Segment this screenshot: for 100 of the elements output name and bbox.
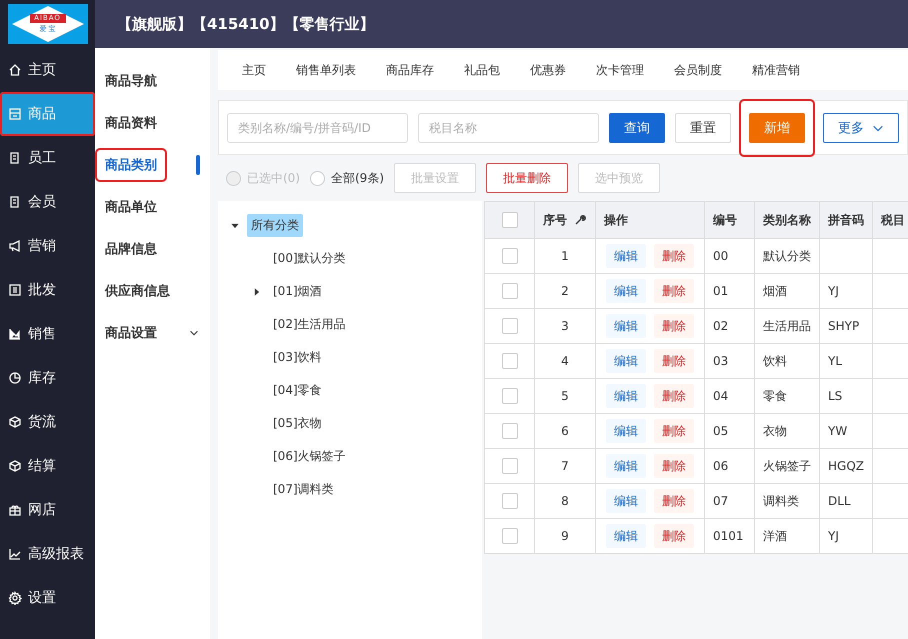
submenu-item[interactable]: 商品导航 [95, 60, 210, 102]
column-header: 类别名称 [754, 202, 820, 238]
nav-item[interactable]: 设置 [0, 576, 95, 620]
checkbox[interactable] [502, 353, 518, 369]
table-cell: 03 [704, 344, 754, 378]
table-cell: 火锅签子 [754, 448, 820, 484]
delete-button[interactable]: 删除 [654, 384, 694, 408]
table-cell: 生活用品 [754, 308, 820, 344]
input-field[interactable]: 税目名称 [418, 112, 599, 142]
nav-item[interactable]: 高级报表 [0, 532, 95, 576]
table-cell: YJ [820, 274, 872, 308]
edit-button[interactable]: 编辑 [606, 384, 646, 408]
tab[interactable]: 礼品包 [454, 50, 520, 90]
checkbox[interactable] [502, 318, 518, 334]
edit-button[interactable]: 编辑 [606, 454, 646, 478]
table-cell: 3 [534, 308, 596, 344]
table-cell: 9 [534, 518, 596, 554]
nav-item[interactable]: 库存 [0, 356, 95, 400]
table-cell: YJ [820, 518, 872, 554]
table-cell: 5 [534, 378, 596, 414]
nav-item[interactable]: 货流 [0, 400, 95, 444]
home-icon [8, 63, 22, 77]
edit-button[interactable]: 编辑 [606, 489, 646, 513]
action-button[interactable]: 查询 [609, 112, 665, 142]
table-cell: 洋酒 [754, 518, 820, 554]
nav-item[interactable]: 结算 [0, 444, 95, 488]
nav-item[interactable]: 会员 [0, 180, 95, 224]
edit-button[interactable]: 编辑 [606, 314, 646, 338]
tab[interactable]: 商品库存 [376, 50, 454, 90]
delete-button[interactable]: 删除 [654, 419, 694, 443]
table-cell: LS [820, 378, 872, 414]
checkbox[interactable] [502, 248, 518, 264]
tab[interactable]: 销售单列表 [286, 50, 376, 90]
area-chart-icon [8, 327, 22, 341]
table-cell: 01 [704, 274, 754, 308]
delete-button[interactable]: 删除 [654, 349, 694, 373]
checkbox[interactable] [502, 423, 518, 439]
delete-button[interactable]: 删除 [654, 244, 694, 268]
table-cell: 8 [534, 484, 596, 518]
delete-button[interactable]: 删除 [654, 454, 694, 478]
tab[interactable]: 次卡管理 [586, 50, 664, 90]
tree-node[interactable]: [06]火锅签子 [269, 445, 350, 468]
checkbox[interactable] [502, 493, 518, 509]
megaphone-icon [8, 239, 22, 253]
tab[interactable]: 主页 [232, 50, 286, 90]
radio-option[interactable]: 全部(9条) [310, 170, 384, 186]
column-header: 税目 [872, 202, 908, 238]
nav-item[interactable]: 批发 [0, 268, 95, 312]
table-cell: 6 [534, 414, 596, 448]
nav-item[interactable]: 营销 [0, 224, 95, 268]
list-icon [8, 283, 22, 297]
submenu-item[interactable]: 商品类别 [95, 144, 210, 186]
edit-button[interactable]: 编辑 [606, 524, 646, 548]
tab[interactable]: 会员制度 [664, 50, 742, 90]
edit-button[interactable]: 编辑 [606, 419, 646, 443]
tree-node[interactable]: [02]生活用品 [269, 313, 350, 336]
header-title: 【旗舰版】【415410】【零售行业】 [95, 0, 908, 48]
edit-button[interactable]: 编辑 [606, 279, 646, 303]
action-button[interactable]: 更多 [823, 112, 899, 142]
tree-node[interactable]: 所有分类 [247, 214, 303, 237]
table-cell: 0101 [704, 518, 754, 554]
line-chart-icon [8, 547, 22, 561]
table-cell: 07 [704, 484, 754, 518]
delete-button[interactable]: 删除 [654, 279, 694, 303]
delete-button[interactable]: 删除 [654, 524, 694, 548]
checkbox[interactable] [502, 212, 518, 228]
checkbox[interactable] [502, 458, 518, 474]
submenu-item[interactable]: 供应商信息 [95, 270, 210, 312]
submenu-item[interactable]: 商品资料 [95, 102, 210, 144]
checkbox[interactable] [502, 283, 518, 299]
submenu-item[interactable]: 商品单位 [95, 186, 210, 228]
table-cell: 2 [534, 274, 596, 308]
table-cell: 02 [704, 308, 754, 344]
action-button[interactable]: 重置 [675, 112, 731, 142]
checkbox[interactable] [502, 528, 518, 544]
tree-node[interactable]: [03]饮料 [269, 346, 326, 369]
tree-node[interactable]: [00]默认分类 [269, 247, 350, 270]
tab[interactable]: 优惠券 [520, 50, 586, 90]
nav-item[interactable]: 网店 [0, 488, 95, 532]
checkbox[interactable] [502, 388, 518, 404]
delete-button[interactable]: 删除 [654, 489, 694, 513]
tree-node[interactable]: [01]烟酒 [269, 280, 326, 303]
delete-button[interactable]: 删除 [654, 314, 694, 338]
nav-item[interactable]: 销售 [0, 312, 95, 356]
tab[interactable]: 精准营销 [742, 50, 820, 90]
edit-button[interactable]: 编辑 [606, 244, 646, 268]
submenu-item[interactable]: 商品设置 [95, 312, 210, 354]
tree-node[interactable]: [07]调料类 [269, 478, 338, 501]
table-cell: 饮料 [754, 344, 820, 378]
table-cell: 4 [534, 344, 596, 378]
nav-item[interactable]: 员工 [0, 136, 95, 180]
submenu-item[interactable]: 品牌信息 [95, 228, 210, 270]
tree-node[interactable]: [04]零食 [269, 379, 326, 402]
tree-node[interactable]: [05]衣物 [269, 412, 326, 435]
table-cell: 零食 [754, 378, 820, 414]
input-field[interactable]: 类别名称/编号/拼音码/ID [227, 112, 408, 142]
edit-button[interactable]: 编辑 [606, 349, 646, 373]
nav-item[interactable]: 主页 [0, 48, 95, 92]
bulk-button[interactable]: 批量删除 [486, 163, 568, 193]
column-header: 序号 [543, 212, 567, 228]
